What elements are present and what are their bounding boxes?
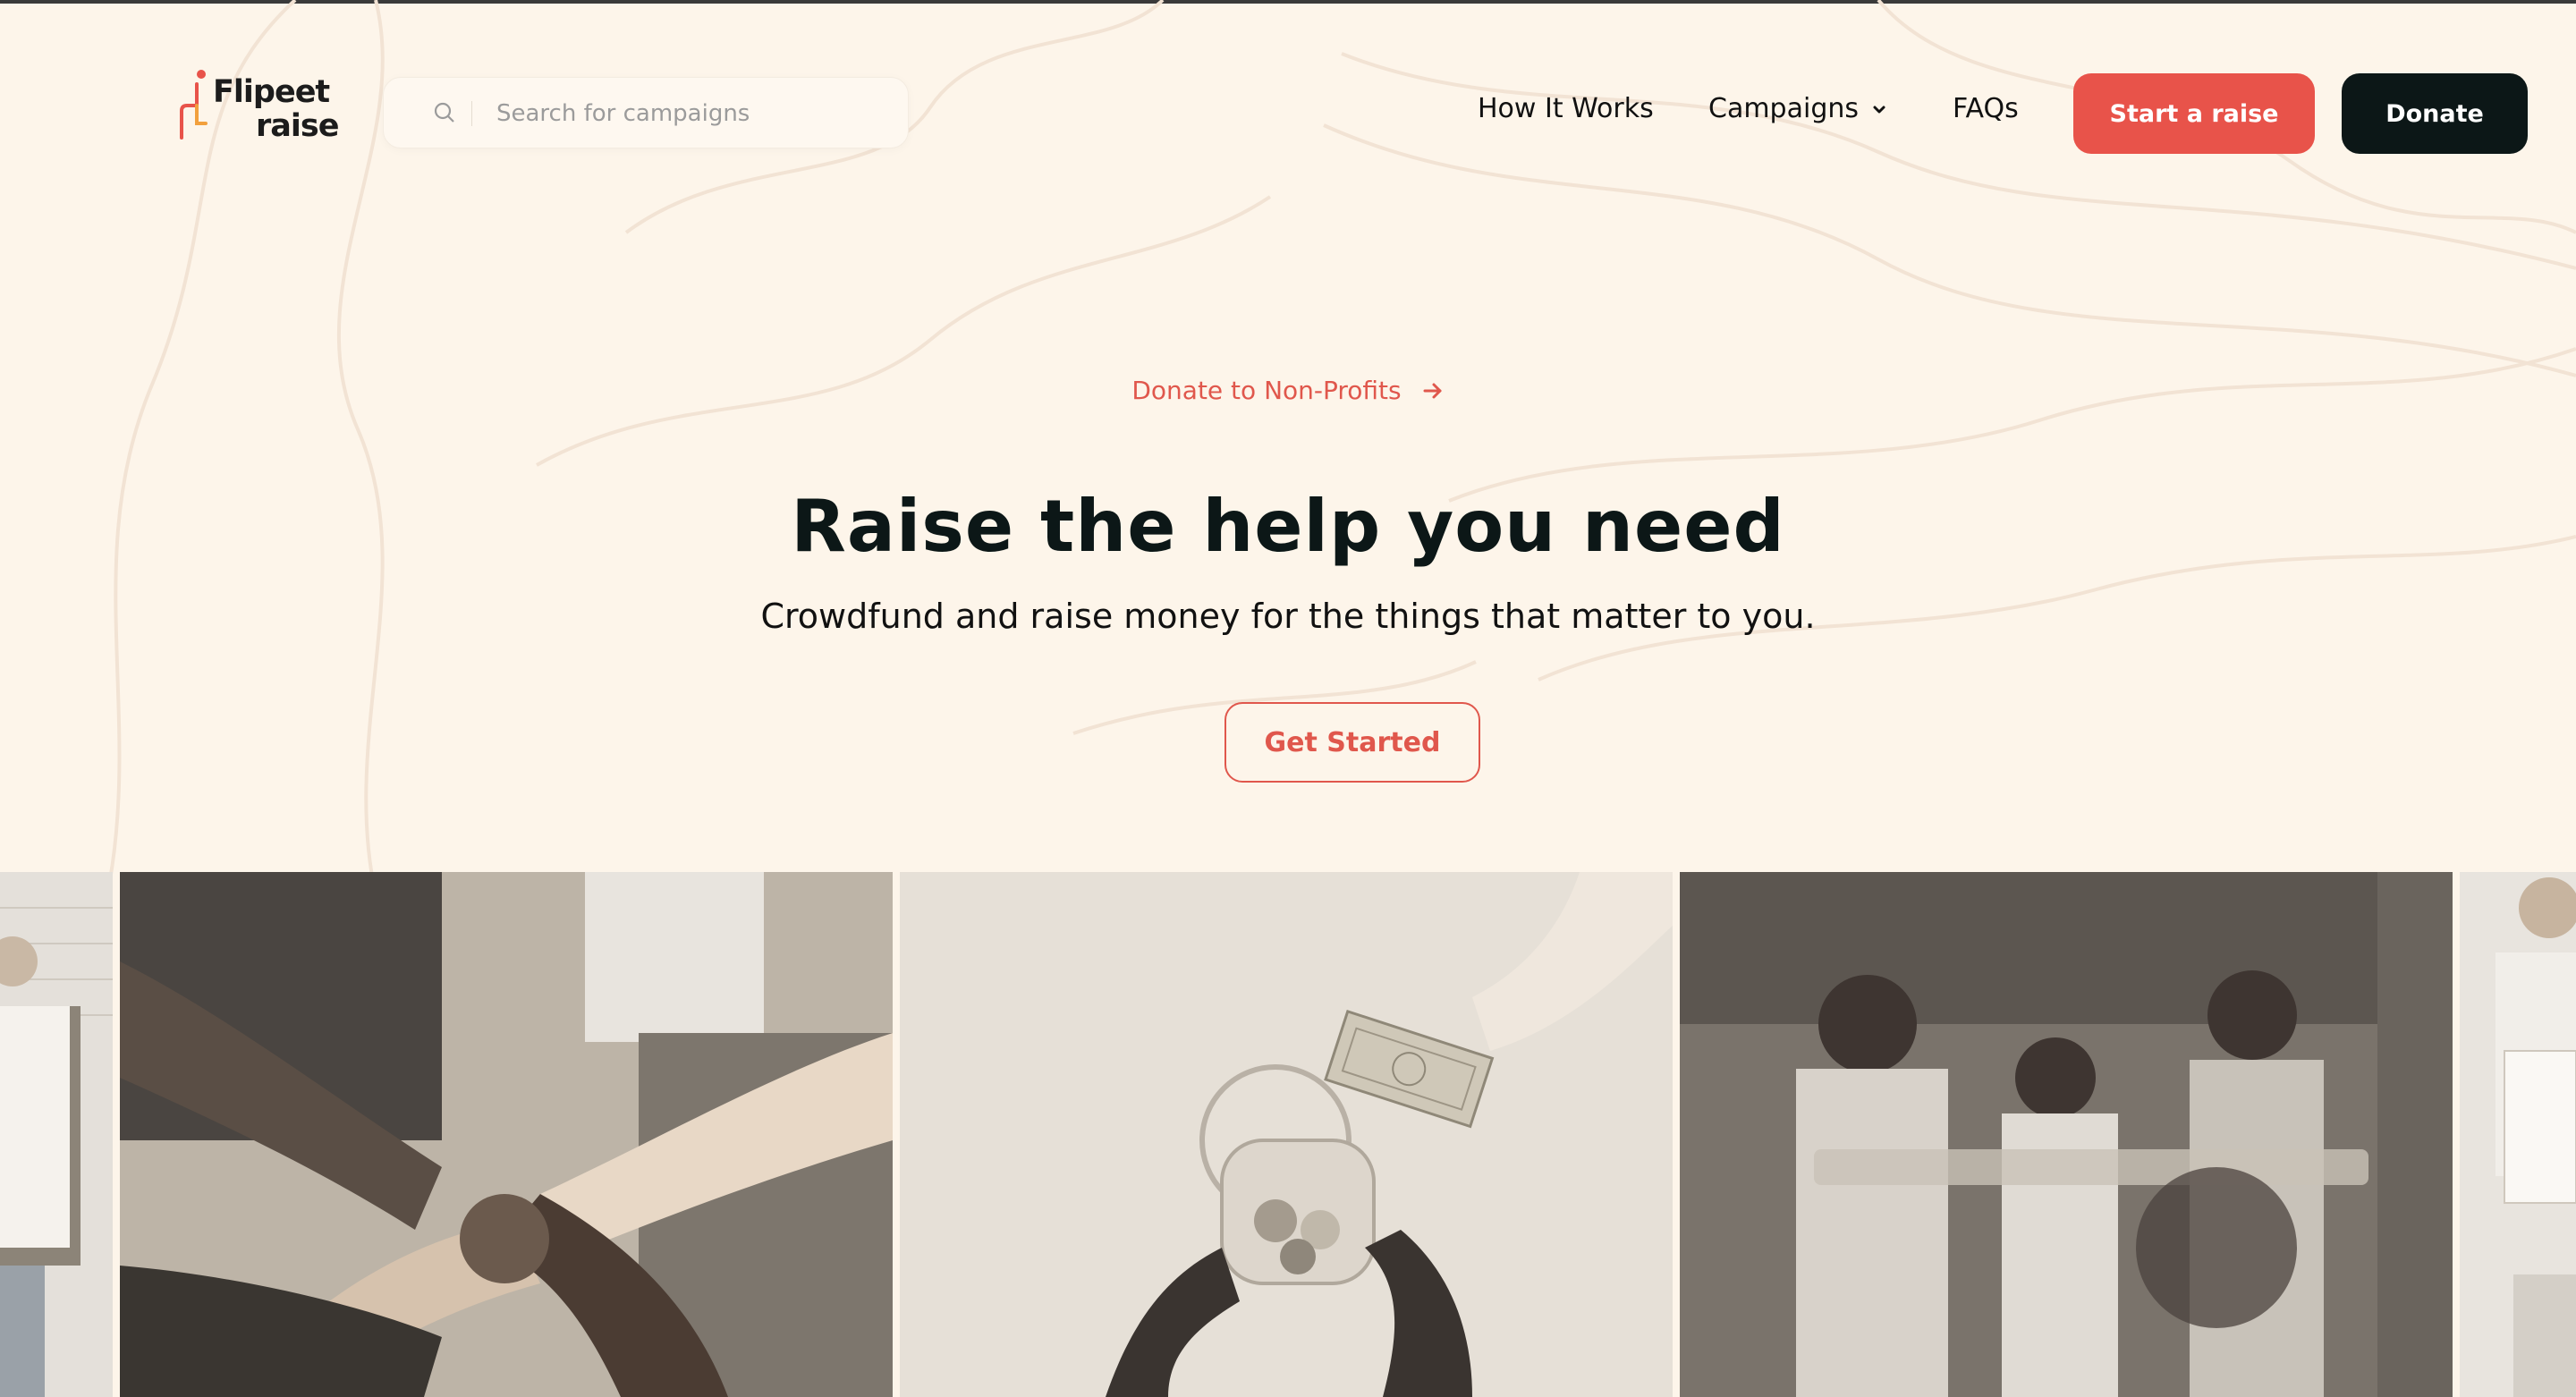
donate-button[interactable]: Donate — [2342, 73, 2528, 154]
chevron-down-icon — [1873, 106, 1885, 113]
nav-how-it-works[interactable]: How It Works — [1478, 93, 1654, 124]
volunteers-illustration — [1680, 872, 2453, 1397]
logo-line-2: raise — [256, 108, 339, 144]
search-bar[interactable] — [383, 77, 909, 148]
gallery-photo-hands — [120, 872, 893, 1397]
search-divider — [471, 101, 472, 126]
get-started-button[interactable]: Get Started — [1224, 702, 1480, 783]
nav-campaigns-label: Campaigns — [1708, 93, 1860, 124]
sign-woman-illustration — [0, 872, 113, 1397]
donate-nonprofits-link-wrap: Donate to Non-Profits — [0, 376, 2576, 405]
nav-faqs[interactable]: FAQs — [1953, 93, 2019, 124]
donate-nonprofits-label: Donate to Non-Profits — [1131, 376, 1402, 405]
nav-campaigns[interactable]: Campaigns — [1708, 93, 1887, 124]
brand-logo[interactable]: Flipeet raise — [179, 70, 349, 147]
hero-subtitle: Crowdfund and raise money for the things… — [760, 597, 1816, 636]
logo-line-1: Flipeet — [213, 74, 330, 110]
search-input[interactable] — [495, 90, 874, 137]
arrow-right-icon — [1423, 383, 1442, 399]
hands-illustration — [120, 872, 893, 1397]
logo-wordmark: Flipeet raise — [213, 74, 339, 144]
money-jar-illustration — [900, 872, 1673, 1397]
gallery-photo-volunteers — [1680, 872, 2453, 1397]
sign-man-illustration — [2460, 872, 2576, 1397]
gallery-photo-money-jar — [900, 872, 1673, 1397]
hero-title: Raise the help you need — [791, 485, 1785, 568]
logo-mark-icon — [180, 70, 208, 140]
donate-nonprofits-link[interactable]: Donate to Non-Profits — [1131, 376, 1444, 405]
gallery-photo-sign-man — [2460, 872, 2576, 1397]
start-raise-button[interactable]: Start a raise — [2073, 73, 2315, 154]
search-icon — [434, 102, 454, 123]
gallery-photo-sign-woman — [0, 872, 113, 1397]
top-border — [0, 0, 2576, 4]
